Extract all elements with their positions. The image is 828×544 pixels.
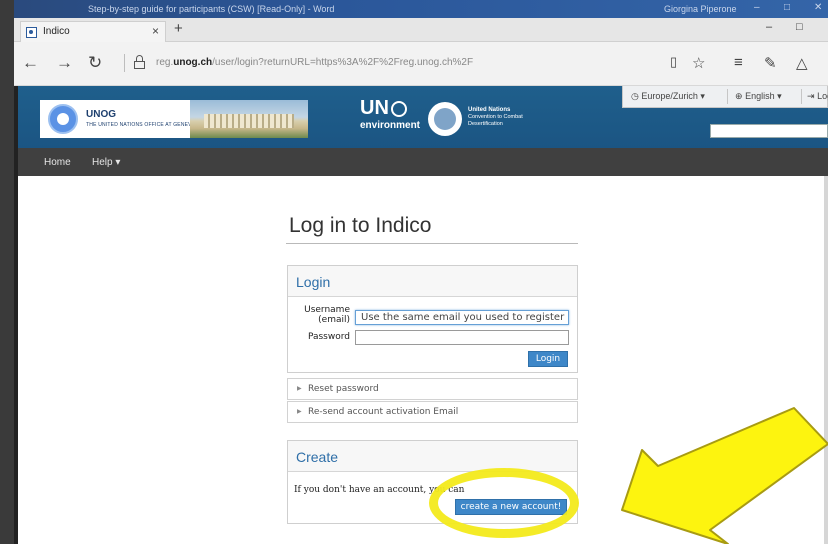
browser-maximize-icon[interactable]: □ <box>796 21 803 33</box>
login-link[interactable]: ⇥ Log <box>807 91 828 102</box>
un-environment-small: environment <box>360 120 421 131</box>
yellow-arrow-icon <box>621 407 828 544</box>
create-heading: Create <box>296 449 339 465</box>
login-heading: Login <box>296 274 331 290</box>
login-button[interactable]: Login <box>528 351 568 367</box>
caret-down-icon: ▾ <box>700 91 705 101</box>
window-left-edge <box>0 0 14 544</box>
word-maximize-icon[interactable]: □ <box>784 2 790 13</box>
tab-label: Indico <box>43 26 70 37</box>
address-divider <box>124 54 125 72</box>
title-divider <box>286 243 578 244</box>
page-title: Log in to Indico <box>289 214 432 237</box>
tab-close-icon[interactable]: × <box>152 24 159 38</box>
username-label: Username (email) <box>304 305 350 325</box>
unccd-emblem-icon <box>428 102 462 136</box>
back-arrow-icon[interactable]: ← <box>22 53 39 73</box>
globe-icon: ⊕ <box>735 91 743 101</box>
palais-des-nations-image <box>190 100 308 138</box>
browser-address-row: ← → ↻ reg.unog.ch/user/login?returnURL=h… <box>14 42 828 86</box>
chevron-right-icon: ▶ <box>297 408 302 415</box>
header-search-input[interactable] <box>710 124 828 138</box>
header-divider <box>801 89 802 104</box>
header-controls: ◷ Europe/Zurich ▾ ⊕ English ▾ ⇥ Log <box>622 86 828 108</box>
word-close-icon[interactable]: ✕ <box>814 2 822 13</box>
create-panel-header: Create <box>288 441 577 472</box>
word-document-title: Step-by-step guide for participants (CSW… <box>88 4 335 14</box>
login-panel: Login Username (email) Use the same email… <box>287 265 578 373</box>
refresh-icon[interactable]: ↻ <box>88 53 102 73</box>
login-icon: ⇥ <box>807 91 815 101</box>
word-minimize-icon[interactable]: – <box>754 2 760 13</box>
language-selector[interactable]: ⊕ English ▾ <box>735 91 782 102</box>
favorite-star-icon[interactable]: ☆ <box>692 54 705 72</box>
indico-favicon-icon <box>26 27 37 38</box>
un-environment-logo: UN environment <box>360 98 420 131</box>
header-divider <box>727 89 728 104</box>
hub-menu-icon[interactable]: ≡ <box>734 54 743 71</box>
new-tab-icon[interactable]: + <box>174 20 183 37</box>
caret-down-icon: ▾ <box>777 91 782 101</box>
forward-arrow-icon[interactable]: → <box>56 53 73 73</box>
resend-activation-label: Re-send account activation Email <box>308 407 459 417</box>
unccd-logo-text: United Nations Convention to Combat Dese… <box>468 107 523 127</box>
nav-home[interactable]: Home <box>44 157 71 168</box>
unog-name: UNOG <box>86 109 116 120</box>
highlight-ellipse <box>429 468 579 538</box>
browser-tab-strip: Indico × + – □ <box>14 18 828 42</box>
un-environment-symbol-icon <box>391 101 407 117</box>
reset-password-label: Reset password <box>308 384 379 394</box>
unog-logo[interactable]: UNOG THE UNITED NATIONS OFFICE AT GENEVA <box>40 100 308 138</box>
chevron-right-icon: ▶ <box>297 385 302 392</box>
nav-help[interactable]: Help ▾ <box>92 157 120 168</box>
reading-view-icon[interactable]: ▯ <box>670 54 677 70</box>
username-field[interactable]: Use the same email you used to register <box>355 310 569 325</box>
un-emblem-icon <box>48 104 78 134</box>
word-user-name: Giorgina Piperone <box>664 4 737 14</box>
reset-password-toggle[interactable]: ▶ Reset password <box>287 378 578 400</box>
site-header-banner: UNOG THE UNITED NATIONS OFFICE AT GENEVA… <box>18 86 828 148</box>
main-navbar: Home Help ▾ <box>18 148 828 176</box>
web-note-icon[interactable]: ✎ <box>764 54 777 72</box>
clock-icon: ◷ <box>631 91 639 101</box>
lock-icon <box>134 55 145 69</box>
address-bar-url[interactable]: reg.unog.ch/user/login?returnURL=https%3… <box>156 57 473 68</box>
password-label: Password <box>307 332 350 342</box>
word-title-bar: Step-by-step guide for participants (CSW… <box>14 0 828 18</box>
login-panel-header: Login <box>288 266 577 297</box>
caret-down-icon: ▾ <box>115 157 121 168</box>
unog-subtitle: THE UNITED NATIONS OFFICE AT GENEVA <box>86 122 195 128</box>
password-field[interactable] <box>355 330 569 345</box>
share-icon[interactable]: △ <box>796 54 808 72</box>
browser-minimize-icon[interactable]: – <box>766 21 772 33</box>
screenshot-frame: Step-by-step guide for participants (CSW… <box>0 0 828 544</box>
browser-tab[interactable]: Indico × <box>20 21 166 42</box>
un-environment-big: UN <box>360 97 389 119</box>
timezone-selector[interactable]: ◷ Europe/Zurich ▾ <box>631 91 705 102</box>
resend-activation-toggle[interactable]: ▶ Re-send account activation Email <box>287 401 578 423</box>
